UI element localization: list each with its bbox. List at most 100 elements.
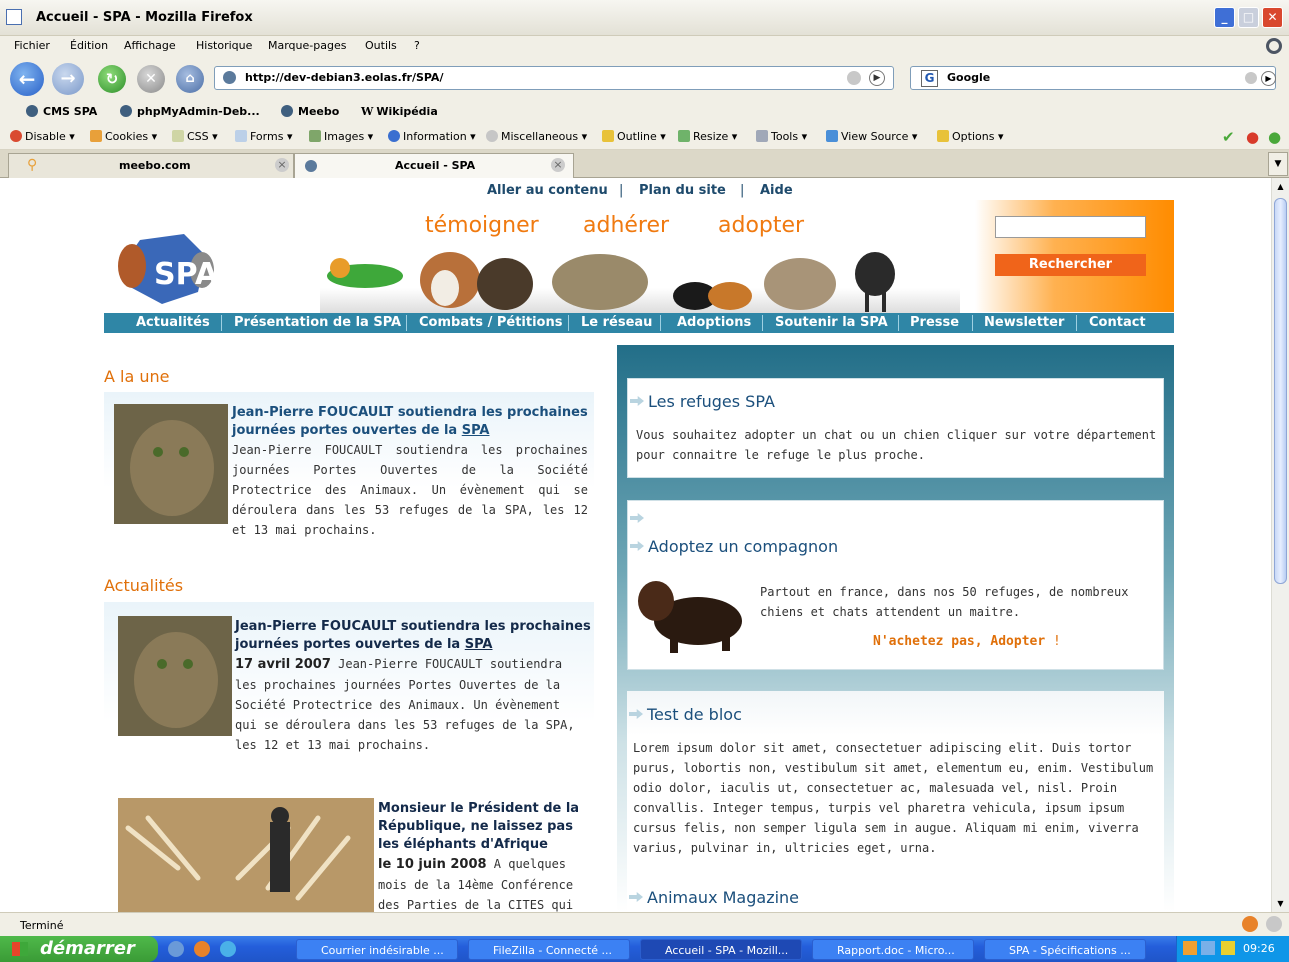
tab-meebo[interactable]: ⚲ meebo.com × — [8, 153, 294, 178]
nav-soutenir[interactable]: Soutenir la SPA — [775, 315, 888, 330]
actualite-2-title[interactable]: Monsieur le Président de la République, … — [378, 800, 588, 854]
nav-adoptions[interactable]: Adoptions — [677, 315, 751, 330]
nav-le-reseau[interactable]: Le réseau — [581, 315, 652, 330]
home-button[interactable]: ⌂ — [176, 65, 204, 93]
taskbar-item-filezilla[interactable]: FileZilla - Connecté ... — [468, 939, 630, 960]
security-icon[interactable] — [1266, 916, 1282, 932]
forward-button[interactable]: → — [52, 63, 84, 95]
tab-list-button[interactable]: ▼ — [1268, 152, 1288, 176]
addon-icon[interactable] — [1242, 916, 1258, 932]
dog-photo[interactable] — [630, 567, 756, 657]
reload-button[interactable]: ↻ — [98, 65, 126, 93]
a-la-une-text: Jean-Pierre FOUCAULT soutiendra les proc… — [232, 443, 588, 537]
tab-close-icon[interactable]: × — [551, 158, 565, 172]
minimize-button[interactable]: _ — [1214, 7, 1235, 28]
link-plan-du-site[interactable]: Plan du site — [639, 183, 726, 198]
magazine-title[interactable]: Animaux Magazine — [629, 888, 799, 907]
adoptez-slogan[interactable]: N'achetez pas, Adopter ! — [873, 634, 1061, 649]
scroll-up-icon[interactable]: ▲ — [1272, 178, 1289, 195]
search-bar[interactable]: G Google ▶ — [910, 66, 1276, 90]
a-la-une-title[interactable]: Jean-Pierre FOUCAULT soutiendra les proc… — [232, 404, 590, 440]
tab-close-icon[interactable]: × — [275, 158, 289, 172]
quicklaunch-firefox-icon[interactable] — [194, 941, 210, 957]
spa-link[interactable]: SPA — [462, 423, 490, 438]
dev-information-menu[interactable]: Information ▾ — [388, 130, 476, 143]
nav-newsletter[interactable]: Newsletter — [984, 315, 1064, 330]
actualite-1-title[interactable]: Jean-Pierre FOUCAULT soutiendra les proc… — [235, 618, 593, 654]
menu-help[interactable]: ? — [414, 39, 420, 52]
url-text[interactable]: http://dev-debian3.eolas.fr/SPA/ — [245, 71, 443, 84]
google-icon[interactable]: G — [921, 70, 938, 87]
tray-network-icon[interactable] — [1201, 941, 1215, 955]
bookmark-phpmyadmin[interactable]: phpMyAdmin-Deb... — [120, 105, 260, 118]
taskbar-item-spa-specs[interactable]: SPA - Spécifications ... — [984, 939, 1146, 960]
dev-view-source-menu[interactable]: View Source ▾ — [826, 130, 917, 143]
scroll-down-icon[interactable]: ▼ — [1272, 895, 1289, 912]
taskbar-item-firefox[interactable]: Accueil - SPA - Mozill... — [640, 939, 802, 960]
valid-icon[interactable]: ● — [1268, 128, 1281, 146]
checkmark-icon[interactable]: ✔ — [1222, 128, 1235, 146]
rechercher-button[interactable]: Rechercher — [995, 254, 1146, 276]
menu-affichage[interactable]: Affichage — [124, 39, 176, 52]
nav-presentation[interactable]: Présentation de la SPA — [234, 315, 401, 330]
dev-outline-menu[interactable]: Outline ▾ — [602, 130, 666, 143]
address-bar[interactable]: http://dev-debian3.eolas.fr/SPA/ ▶ — [214, 66, 894, 90]
menu-historique[interactable]: Historique — [196, 39, 252, 52]
nav-contact[interactable]: Contact — [1089, 315, 1146, 330]
spa-logo[interactable]: SPA — [110, 226, 218, 308]
bookmark-cms-spa[interactable]: CMS SPA — [26, 105, 97, 118]
stop-button[interactable]: ✕ — [137, 65, 165, 93]
back-button[interactable]: ← — [10, 62, 44, 96]
bookmark-meebo[interactable]: Meebo — [281, 105, 339, 118]
dev-cookies-menu[interactable]: Cookies ▾ — [90, 130, 157, 143]
menu-edition[interactable]: Édition — [70, 39, 108, 52]
test-title[interactable]: Test de bloc — [629, 705, 742, 724]
site-search-input[interactable] — [995, 216, 1146, 238]
nav-actualites[interactable]: Actualités — [136, 315, 210, 330]
dev-forms-menu[interactable]: Forms ▾ — [235, 130, 292, 143]
scroll-thumb[interactable] — [1274, 198, 1287, 584]
tray-app-icon[interactable] — [1183, 941, 1197, 955]
search-go-button[interactable]: ▶ — [1261, 71, 1276, 86]
menu-outils[interactable]: Outils — [365, 39, 397, 52]
tray-pencil-icon[interactable] — [1221, 941, 1235, 955]
cat-photo[interactable] — [114, 404, 228, 524]
taskbar-item-word[interactable]: Rapport.doc - Micro... — [812, 939, 974, 960]
quicklaunch-desktop-icon[interactable] — [168, 941, 184, 957]
refuges-title[interactable]: Les refuges SPA — [630, 392, 775, 411]
headline-adherer[interactable]: adhérer — [583, 213, 669, 238]
nav-combats-petitions[interactable]: Combats / Pétitions — [419, 315, 562, 330]
spa-link[interactable]: SPA — [465, 637, 493, 652]
maximize-button[interactable]: □ — [1238, 7, 1259, 28]
menu-marque-pages[interactable]: Marque-pages — [268, 39, 346, 52]
dev-miscellaneous-menu[interactable]: Miscellaneous ▾ — [486, 130, 587, 143]
bookmark-wikipedia[interactable]: W Wikipédia — [361, 105, 438, 118]
headline-temoigner[interactable]: témoigner — [425, 213, 539, 238]
start-button[interactable]: démarrer — [0, 936, 158, 962]
go-button[interactable]: ▶ — [869, 70, 885, 86]
error-icon[interactable]: ● — [1246, 128, 1259, 146]
dev-images-menu[interactable]: Images ▾ — [309, 130, 373, 143]
tab-accueil-spa[interactable]: Accueil - SPA × — [294, 153, 574, 178]
nav-presse[interactable]: Presse — [910, 315, 959, 330]
link-aide[interactable]: Aide — [760, 183, 793, 198]
close-window-button[interactable]: ✕ — [1262, 7, 1283, 28]
dev-tools-menu[interactable]: Tools ▾ — [756, 130, 807, 143]
dev-resize-menu[interactable]: Resize ▾ — [678, 130, 737, 143]
headline-adopter[interactable]: adopter — [718, 213, 804, 238]
vertical-scrollbar[interactable]: ▲ ▼ — [1271, 178, 1289, 912]
dev-options-menu[interactable]: Options ▾ — [937, 130, 1003, 143]
menu-fichier[interactable]: Fichier — [14, 39, 50, 52]
outline-icon — [602, 130, 614, 142]
adoptez-title[interactable]: Adoptez un compagnon — [630, 537, 838, 556]
cat-photo[interactable] — [118, 616, 232, 736]
actualite-date: le 10 juin 2008 — [378, 857, 487, 872]
quicklaunch-ie-icon[interactable] — [220, 941, 236, 957]
elephant-ivory-photo[interactable] — [118, 798, 374, 912]
search-clear-icon[interactable] — [1245, 72, 1257, 84]
link-aller-au-contenu[interactable]: Aller au contenu — [487, 183, 608, 198]
rss-icon[interactable] — [847, 71, 861, 85]
dev-css-menu[interactable]: CSS ▾ — [172, 130, 218, 143]
dev-disable-menu[interactable]: Disable ▾ — [10, 130, 75, 143]
taskbar-item-courrier[interactable]: Courrier indésirable ... — [296, 939, 458, 960]
